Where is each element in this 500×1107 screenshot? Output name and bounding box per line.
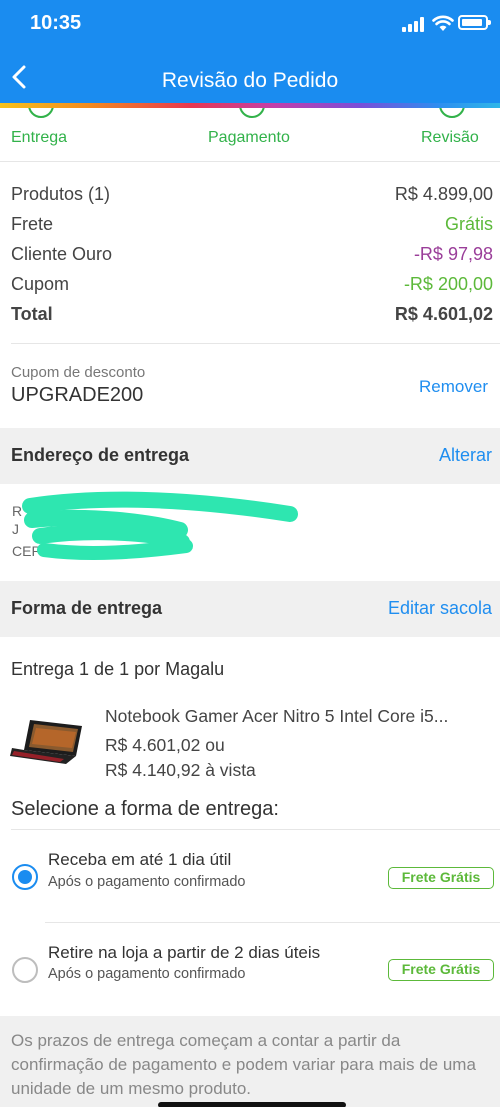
- product-price-installments: R$ 4.601,02 ou: [105, 735, 225, 755]
- summary-value: -R$ 200,00: [403, 274, 493, 294]
- battery-icon: [458, 15, 491, 30]
- edit-bag-button[interactable]: Editar sacola: [388, 598, 492, 619]
- summary-label: Frete: [11, 214, 54, 234]
- status-time: 10:35: [30, 12, 82, 34]
- svg-text:CEP: CEP: [12, 543, 41, 559]
- summary-value: R$ 4.899,00: [394, 184, 493, 204]
- section-title: Endereço de entrega: [11, 445, 190, 465]
- summary-value: Grátis: [444, 214, 493, 234]
- nav-bar: Revisão do Pedido: [0, 52, 500, 104]
- free-shipping-badge: Frete Grátis: [388, 959, 494, 981]
- step-current-icon: [439, 108, 465, 118]
- change-address-button[interactable]: Alterar: [439, 445, 492, 466]
- svg-text:R: R: [12, 503, 22, 519]
- wifi-icon: [432, 15, 454, 31]
- address-section-header: Endereço de entrega Alterar: [0, 428, 500, 484]
- product-name: Notebook Gamer Acer Nitro 5 Intel Core i…: [105, 706, 449, 726]
- radio-unselected-icon[interactable]: [12, 957, 38, 983]
- status-bar: 10:35: [0, 0, 500, 52]
- summary-value: -R$ 97,98: [413, 244, 493, 264]
- signal-icon: [402, 16, 428, 32]
- summary-value: R$ 4.601,02: [394, 304, 493, 324]
- laptop-thumbnail: [10, 720, 82, 764]
- shipment-title: Entrega 1 de 1 por Magalu: [11, 659, 225, 679]
- delivery-section-header: Forma de entrega Editar sacola: [0, 581, 500, 637]
- option-title: Receba em até 1 dia útil: [48, 850, 232, 869]
- divider: [11, 343, 500, 344]
- remove-coupon-button[interactable]: Remover: [419, 377, 488, 397]
- coupon-code: UPGRADE200: [11, 384, 144, 406]
- checkout-steps: Entrega Pagamento Revisão: [0, 108, 500, 162]
- delivery-note: Os prazos de entrega começam a contar a …: [11, 1031, 476, 1098]
- step-done-icon: [239, 108, 265, 118]
- summary-label: Total: [11, 304, 53, 324]
- section-title: Forma de entrega: [11, 598, 163, 618]
- summary-label: Cupom: [11, 274, 70, 294]
- coupon-label: Cupom de desconto: [11, 364, 146, 381]
- free-shipping-badge: Frete Grátis: [388, 867, 494, 889]
- delivery-option-express[interactable]: Receba em até 1 dia útil Após o pagament…: [0, 830, 500, 922]
- summary-label: Cliente Ouro: [11, 244, 113, 264]
- radio-selected-icon[interactable]: [12, 864, 38, 890]
- svg-text:J: J: [12, 521, 19, 537]
- option-subtitle: Após o pagamento confirmado: [48, 874, 246, 890]
- option-title: Retire na loja a partir de 2 dias úteis: [48, 943, 321, 962]
- redacted-address: R J CEP: [12, 491, 298, 560]
- delivery-option-store-pickup[interactable]: Retire na loja a partir de 2 dias úteis …: [0, 923, 500, 1015]
- home-indicator[interactable]: [158, 1102, 346, 1107]
- step-label: Entrega: [11, 129, 68, 146]
- step-done-icon: [28, 108, 54, 118]
- select-delivery-title: Selecione a forma de entrega:: [11, 798, 279, 820]
- option-subtitle: Após o pagamento confirmado: [48, 966, 246, 982]
- footer-note-area: Os prazos de entrega começam a contar a …: [0, 1016, 500, 1107]
- product-price-cash: R$ 4.140,92 à vista: [105, 760, 256, 780]
- page-title: Revisão do Pedido: [161, 69, 339, 92]
- step-label: Pagamento: [208, 129, 290, 146]
- step-label: Revisão: [421, 129, 479, 146]
- summary-label: Produtos (1): [11, 184, 111, 204]
